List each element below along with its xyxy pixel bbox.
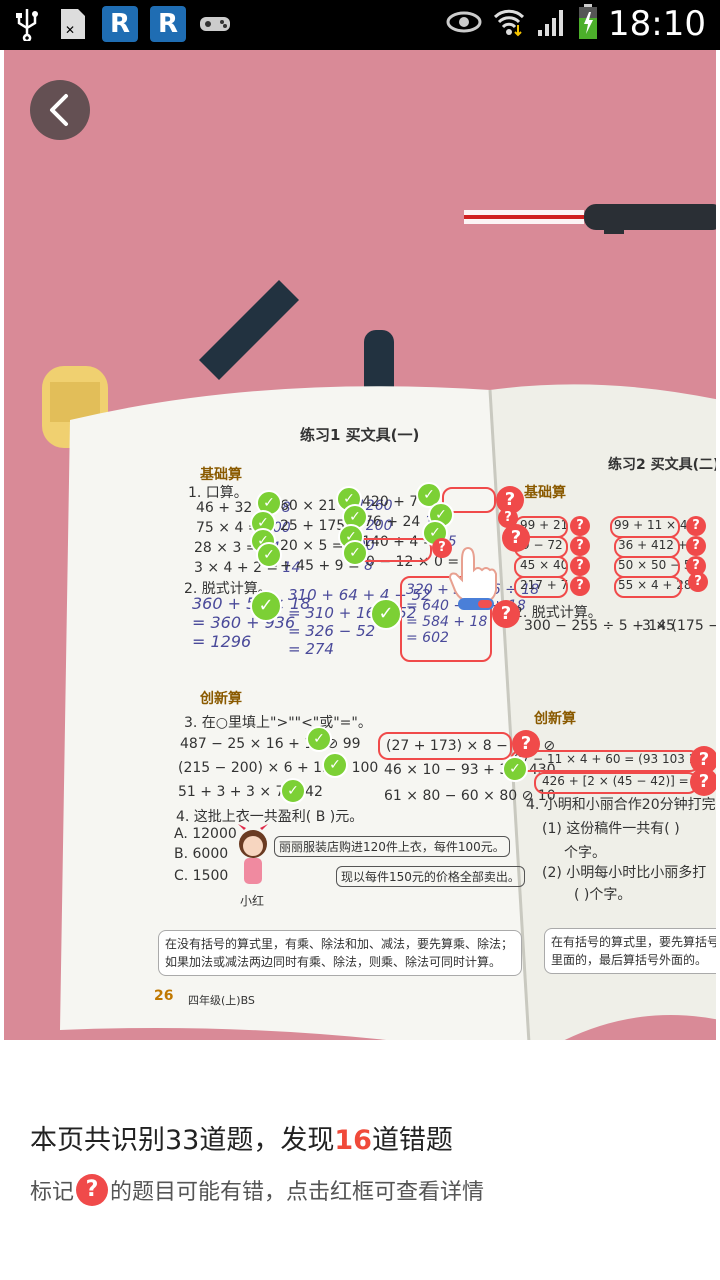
error-question-icon[interactable]: ? bbox=[502, 524, 530, 552]
game-controller-icon bbox=[198, 7, 232, 41]
wifi-icon bbox=[492, 5, 526, 43]
correct-check-icon: ✓ bbox=[370, 598, 402, 630]
error-box[interactable] bbox=[610, 516, 680, 538]
question-1-label: 1. 口算。 bbox=[188, 485, 248, 501]
result-hint: 标记 ? 的题目可能有错，点击红框可查看详情 bbox=[30, 1174, 484, 1206]
question-3-label: 3. 在○里填上">""<"或"="。 bbox=[184, 715, 372, 731]
status-time: 18:10 bbox=[608, 4, 706, 44]
status-bar: ✕ R R 18:10 bbox=[0, 0, 720, 50]
option-a: A. 12000 bbox=[174, 826, 237, 842]
right-calc-expr-2: 3 × (175 − 105) bbox=[642, 618, 716, 634]
error-question-icon[interactable]: ? bbox=[570, 516, 590, 536]
sim-off-icon: ✕ bbox=[56, 7, 90, 41]
error-box[interactable] bbox=[614, 576, 682, 598]
error-question-icon[interactable]: ? bbox=[570, 536, 590, 556]
correct-check-icon: ✓ bbox=[502, 756, 528, 782]
error-box[interactable] bbox=[510, 750, 700, 772]
option-c: C. 1500 bbox=[174, 868, 229, 884]
summary-suffix: 道错题 bbox=[371, 1125, 453, 1156]
cartoon-girl-image bbox=[238, 824, 268, 884]
right-page-title: 练习2 买文具(二) bbox=[608, 457, 716, 473]
right-question-4c: (2) 小明每小时比小丽多打 bbox=[542, 865, 707, 881]
battery-charging-icon bbox=[578, 4, 598, 44]
page-number: 26 bbox=[154, 988, 174, 1004]
error-question-icon[interactable]: ? bbox=[686, 536, 706, 556]
svg-text:✕: ✕ bbox=[65, 23, 75, 37]
error-box[interactable] bbox=[514, 576, 568, 598]
error-box[interactable] bbox=[378, 732, 512, 760]
pen-cap-image bbox=[199, 280, 299, 380]
result-panel bbox=[0, 1040, 720, 1280]
error-question-icon[interactable]: ? bbox=[512, 730, 540, 758]
correct-check-icon: ✓ bbox=[342, 540, 368, 566]
result-summary: 本页共识别33道题，发现16道错题 bbox=[30, 1118, 453, 1157]
section-basic-left: 基础算 bbox=[200, 467, 242, 483]
r-app-icon: R bbox=[102, 6, 138, 42]
correct-check-icon: ✓ bbox=[306, 726, 332, 752]
correct-check-icon: ✓ bbox=[250, 590, 282, 622]
story-bubble-1: 丽丽服装店购进120件上衣，每件100元。 bbox=[274, 836, 510, 857]
compare-item: (215 − 200) × 6 + 15 ⊘ 100 bbox=[178, 760, 379, 776]
section-new-left: 创新算 bbox=[200, 691, 242, 707]
correct-check-icon: ✓ bbox=[256, 542, 282, 568]
hint-before: 标记 bbox=[30, 1180, 75, 1205]
r-app-label: R bbox=[157, 9, 179, 39]
homework-photo: 练习1 买文具(一) 练习2 买文具(二) 基础算 基础算 1. 口算。 46 … bbox=[4, 50, 716, 1040]
signal-icon bbox=[536, 6, 568, 42]
oral-item: 75 × 4 = 300 bbox=[196, 520, 291, 536]
back-chevron-icon bbox=[50, 94, 68, 126]
right-question-4a: (1) 这份稿件一共有( ) bbox=[542, 821, 680, 837]
summary-prefix: 本页共识别33道题，发现 bbox=[30, 1125, 335, 1156]
tap-hand-icon bbox=[448, 546, 497, 610]
back-button[interactable] bbox=[30, 80, 90, 140]
status-right-icons: 18:10 bbox=[446, 4, 706, 44]
right-question-4d: ( )个字。 bbox=[574, 887, 632, 903]
eye-icon bbox=[446, 9, 482, 39]
left-page-title: 练习1 买文具(一) bbox=[300, 426, 420, 444]
error-question-icon[interactable]: ? bbox=[690, 768, 716, 796]
girl-name: 小红 bbox=[240, 894, 265, 908]
book-footer: 四年级(上)BS bbox=[188, 994, 255, 1007]
error-box[interactable] bbox=[614, 556, 680, 578]
wrong-count: 16 bbox=[334, 1125, 372, 1156]
error-question-icon[interactable]: ? bbox=[570, 576, 590, 596]
section-new-right: 创新算 bbox=[534, 711, 576, 727]
error-question-icon[interactable]: ? bbox=[570, 556, 590, 576]
error-box[interactable] bbox=[534, 772, 698, 794]
error-question-icon[interactable]: ? bbox=[686, 516, 706, 536]
status-left-icons: ✕ R R bbox=[10, 6, 232, 42]
option-b: B. 6000 bbox=[174, 846, 229, 862]
tip-box-left: 在没有括号的算式里，有乘、除法和加、减法，要先算乘、除法；如果加法或减法两边同时… bbox=[158, 930, 522, 976]
error-box[interactable] bbox=[514, 556, 568, 578]
story-bubble-2: 现以每件150元的价格全部卖出。 bbox=[336, 866, 525, 887]
r-app-label: R bbox=[109, 9, 131, 39]
question-4-label: 4. 这批上衣一共盈利( B )元。 bbox=[176, 809, 364, 825]
right-question-4b: 个字。 bbox=[564, 845, 606, 861]
tip-box-right: 在有括号的算式里，要先算括号里面的，最后算括号外面的。 bbox=[544, 928, 716, 974]
question-mark-icon: ? bbox=[76, 1174, 109, 1206]
right-question-4: 4. 小明和小丽合作20分钟打完一份稿 bbox=[526, 797, 716, 813]
r-app-icon: R bbox=[150, 6, 186, 42]
correct-check-icon: ✓ bbox=[322, 752, 348, 778]
correct-check-icon: ✓ bbox=[280, 778, 306, 804]
red-pen-image bbox=[464, 204, 716, 234]
compare-item: 487 − 25 × 16 + 13 ⊘ 99 bbox=[180, 736, 361, 752]
usb-icon bbox=[10, 7, 44, 41]
error-question-icon[interactable]: ? bbox=[688, 572, 708, 592]
error-box[interactable] bbox=[614, 536, 680, 558]
section-basic-right: 基础算 bbox=[524, 485, 566, 501]
hint-after: 的题目可能有错，点击红框可查看详情 bbox=[110, 1180, 485, 1205]
